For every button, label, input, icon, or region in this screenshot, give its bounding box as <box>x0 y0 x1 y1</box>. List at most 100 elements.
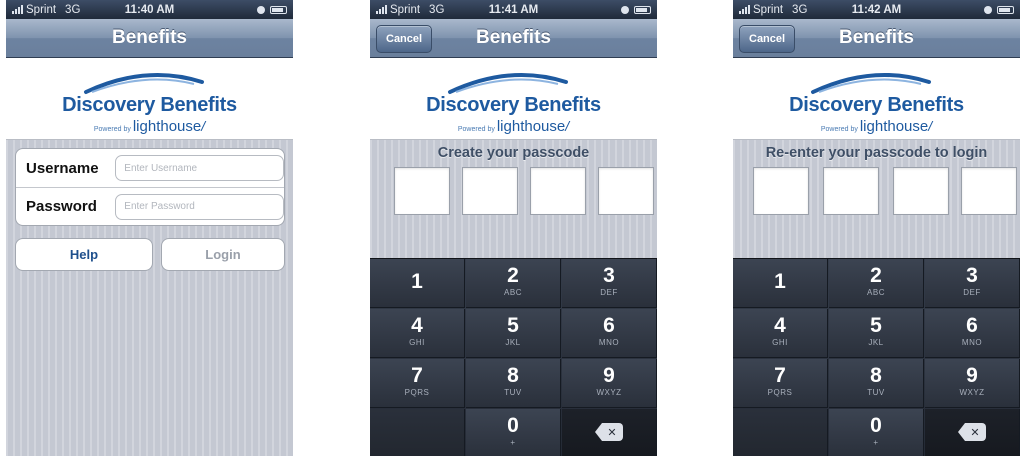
key-7[interactable]: 7 PQRS <box>733 359 828 408</box>
passcode-digit-1[interactable] <box>394 167 450 215</box>
lighthouse-mark-icon: / <box>928 118 933 134</box>
delete-key[interactable]: ✕ <box>925 409 1020 456</box>
passcode-digit-4[interactable] <box>961 167 1017 215</box>
key-6-number: 6 <box>603 314 615 337</box>
key-7[interactable]: 7 PQRS <box>370 359 465 408</box>
passcode-digit-2[interactable] <box>823 167 879 215</box>
passcode-prompt: Re-enter your passcode to login <box>765 145 988 161</box>
key-6-letters: MNO <box>961 338 983 347</box>
key-2-number: 2 <box>507 264 519 287</box>
key-8[interactable]: 8 TUV <box>829 359 924 408</box>
key-2-letters: ABC <box>504 288 522 297</box>
key-6[interactable]: 6 MNO <box>562 309 657 358</box>
powered-label: Powered by <box>93 126 131 133</box>
key-5[interactable]: 5 JKL <box>466 309 561 358</box>
key-8-number: 8 <box>870 364 882 387</box>
username-row: Username Enter Username <box>16 149 284 187</box>
location-icon <box>257 5 265 14</box>
passcode-digit-3[interactable] <box>530 167 586 215</box>
key-1[interactable]: 1 <box>370 259 465 308</box>
logo-area: Discovery Benefits Powered by lighthouse/ <box>6 58 293 140</box>
key-8[interactable]: 8 TUV <box>466 359 561 408</box>
passcode-digit-4[interactable] <box>598 167 654 215</box>
login-screen: Sprint 3G 11:40 AM Benefits Discovery Be… <box>6 0 293 456</box>
carrier: Sprint 3G <box>739 4 807 16</box>
password-input[interactable]: Enter Password <box>115 193 284 220</box>
cancel-button[interactable]: Cancel <box>739 25 796 53</box>
carrier-name: Sprint <box>26 3 57 16</box>
nav-bar: Cancel Benefits <box>370 19 657 58</box>
passcode-digit-1[interactable] <box>753 167 809 215</box>
key-4[interactable]: 4 GHI <box>733 309 828 358</box>
nav-title: Benefits <box>476 27 551 48</box>
product-name: lighthouse <box>859 118 929 135</box>
login-button[interactable]: Login <box>161 238 285 271</box>
key-9-letters: WXYZ <box>959 388 985 397</box>
key-9[interactable]: 9 WXYZ <box>925 359 1020 408</box>
logo-area: Discovery Benefits Powered by lighthouse/ <box>733 58 1020 140</box>
key-7-letters: PQRS <box>404 388 430 397</box>
cancel-button[interactable]: Cancel <box>376 25 433 53</box>
key-9-letters: WXYZ <box>596 388 622 397</box>
delete-key[interactable]: ✕ <box>562 409 657 456</box>
passcode-fields <box>733 167 1020 217</box>
key-9[interactable]: 9 WXYZ <box>562 359 657 408</box>
brand-name: Discovery Benefits <box>426 94 601 116</box>
key-8-letters: TUV <box>867 388 885 397</box>
key-3[interactable]: 3 DEF <box>925 259 1020 308</box>
battery-icon <box>270 5 287 14</box>
powered-by: Powered by lighthouse/ <box>6 118 293 135</box>
carrier: Sprint 3G <box>376 4 444 16</box>
carrier-name: Sprint <box>753 3 784 16</box>
key-2[interactable]: 2 ABC <box>829 259 924 308</box>
signal-icon <box>739 5 750 14</box>
status-bar: Sprint 3G 11:40 AM <box>6 0 293 19</box>
powered-by: Powered by lighthouse/ <box>370 118 657 135</box>
help-button[interactable]: Help <box>15 238 153 271</box>
key-3[interactable]: 3 DEF <box>562 259 657 308</box>
key-6-number: 6 <box>966 314 978 337</box>
key-2[interactable]: 2 ABC <box>466 259 561 308</box>
password-row: Password Enter Password <box>16 187 284 225</box>
logo-area: Discovery Benefits Powered by lighthouse/ <box>370 58 657 140</box>
username-input[interactable]: Enter Username <box>115 155 284 181</box>
key-5[interactable]: 5 JKL <box>829 309 924 358</box>
passcode-prompt: Create your passcode <box>437 145 590 161</box>
location-icon <box>984 5 992 14</box>
password-label: Password <box>26 198 97 215</box>
username-label: Username <box>26 159 99 177</box>
key-0[interactable]: 0 + <box>466 409 561 456</box>
key-0-number: 0 <box>870 414 882 437</box>
key-7-letters: PQRS <box>767 388 793 397</box>
product-name: lighthouse <box>496 118 566 135</box>
key-blank <box>733 409 828 456</box>
key-1[interactable]: 1 <box>733 259 828 308</box>
key-1-number: 1 <box>411 270 423 293</box>
login-form: Username Enter Username Password Enter P… <box>15 148 285 226</box>
battery-icon <box>997 5 1014 14</box>
backspace-icon: ✕ <box>958 423 986 441</box>
powered-label: Powered by <box>457 126 495 133</box>
key-6[interactable]: 6 MNO <box>925 309 1020 358</box>
key-0-number: 0 <box>507 414 519 437</box>
key-9-number: 9 <box>966 364 978 387</box>
powered-by: Powered by lighthouse/ <box>733 118 1020 135</box>
key-7-number: 7 <box>774 364 786 387</box>
nav-title: Benefits <box>112 27 187 48</box>
create-passcode-screen: Sprint 3G 11:41 AM Cancel Benefits Disco… <box>370 0 657 456</box>
key-4-number: 4 <box>411 314 423 337</box>
swoosh-logo-icon <box>811 72 931 94</box>
key-5-number: 5 <box>870 314 882 337</box>
status-bar: Sprint 3G 11:41 AM <box>370 0 657 19</box>
key-4[interactable]: 4 GHI <box>370 309 465 358</box>
key-9-number: 9 <box>603 364 615 387</box>
passcode-digit-2[interactable] <box>462 167 518 215</box>
nav-title: Benefits <box>839 27 914 48</box>
brand-name: Discovery Benefits <box>789 94 964 116</box>
numeric-keypad: 1 2 ABC 3 DEF 4 GHI 5 JKL 6 MNO 7 PQRS 8 TUV 9W… <box>733 258 1020 456</box>
key-8-letters: TUV <box>504 388 522 397</box>
key-1-number: 1 <box>774 270 786 293</box>
key-3-letters: DEF <box>600 288 618 297</box>
passcode-digit-3[interactable] <box>893 167 949 215</box>
key-0[interactable]: 0 + <box>829 409 924 456</box>
